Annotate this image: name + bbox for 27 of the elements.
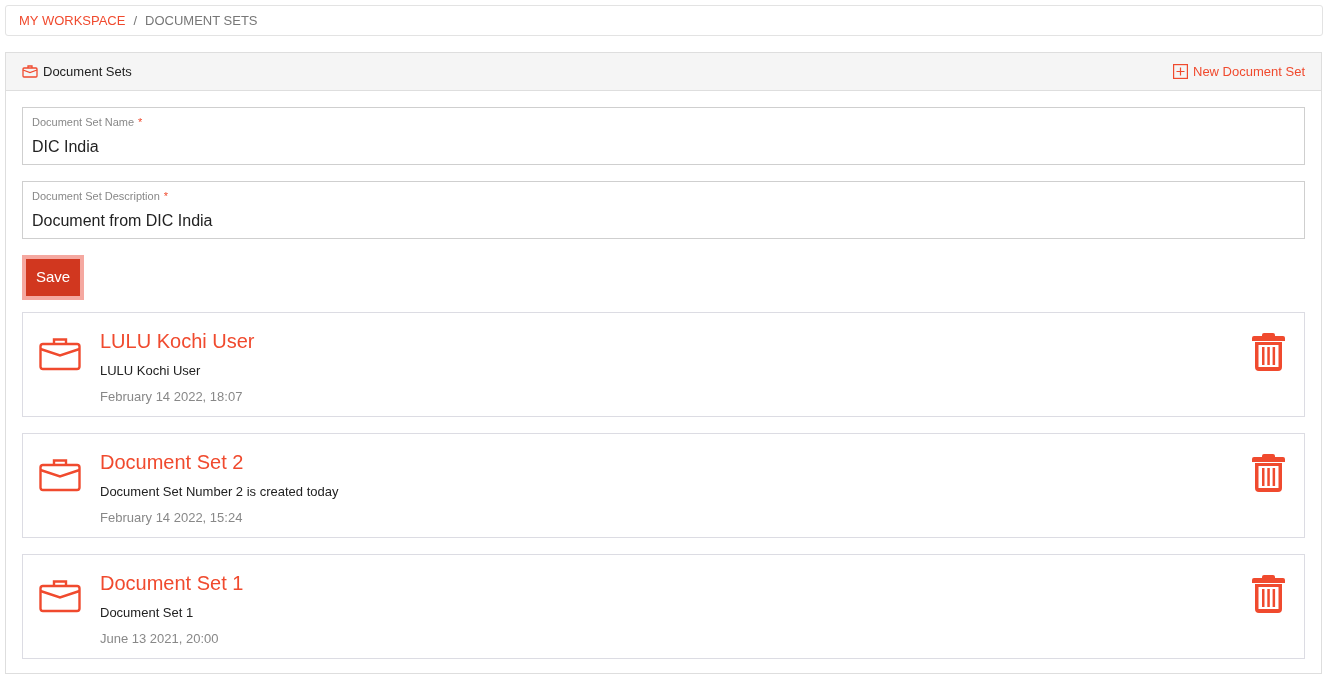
- trash-icon[interactable]: [1252, 454, 1285, 492]
- breadcrumb-separator: /: [133, 11, 138, 30]
- breadcrumb-link[interactable]: MY WORKSPACE: [19, 10, 126, 31]
- document-set-description: Document Set Number 2 is created today: [100, 483, 340, 501]
- plus-icon: [1173, 64, 1188, 79]
- trash-icon[interactable]: [1252, 575, 1285, 613]
- document-set-date: June 13 2021, 20:00: [100, 629, 220, 648]
- briefcase-icon: [39, 458, 81, 492]
- briefcase-icon: [39, 579, 81, 613]
- required-mark: *: [138, 116, 143, 128]
- document-set-title[interactable]: LULU Kochi User: [100, 329, 1252, 353]
- document-set-date: February 14 2022, 15:24: [100, 508, 244, 527]
- document-set-date: February 14 2022, 18:07: [100, 387, 244, 406]
- new-document-set-link[interactable]: New Document Set: [1173, 61, 1305, 82]
- briefcase-icon: [22, 65, 38, 78]
- panel-title: Document Sets: [43, 62, 132, 81]
- briefcase-icon: [39, 337, 81, 371]
- trash-icon[interactable]: [1252, 333, 1285, 371]
- breadcrumb-current: DOCUMENT SETS: [145, 11, 258, 30]
- save-button[interactable]: Save: [26, 259, 81, 296]
- document-set-description: Document Set 1: [100, 604, 195, 622]
- document-set-description: LULU Kochi User: [100, 362, 202, 380]
- document-set-title[interactable]: Document Set 1: [100, 571, 1252, 595]
- field-label: Document Set Name: [32, 116, 135, 128]
- required-mark: *: [163, 190, 169, 202]
- document-set-title[interactable]: Document Set 2: [100, 450, 1252, 474]
- field-label: Document Set Description: [32, 190, 160, 202]
